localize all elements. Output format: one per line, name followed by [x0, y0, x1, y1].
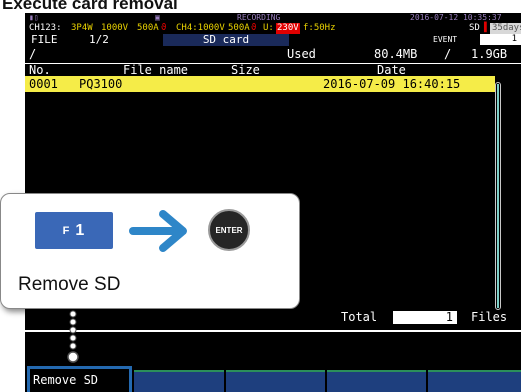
enter-key-icon: ENTER	[208, 209, 250, 251]
connector-dots	[67, 310, 79, 363]
f3-key[interactable]	[226, 370, 325, 392]
f5-label	[428, 376, 436, 390]
f2-key[interactable]	[134, 370, 224, 392]
file-date: 2016-07-09 16:40:15	[323, 77, 461, 91]
total-unit: Files	[471, 310, 508, 324]
status-bar: ▮▯ ▣ RECORDING 2016-07-12 10:35:37	[25, 13, 521, 23]
column-headers: No. File name Size Date	[25, 63, 521, 76]
f1-prefix: F	[62, 224, 71, 237]
col-size: Size	[231, 63, 260, 77]
used-label: Used	[287, 47, 316, 61]
col-date: Date	[377, 63, 406, 77]
recording-status: RECORDING	[237, 13, 281, 22]
callout-caption: Remove SD	[18, 274, 121, 295]
file-list-scrollbar[interactable]	[495, 82, 501, 310]
tab-sd-card[interactable]: SD card	[163, 34, 289, 46]
total-label: Total	[341, 310, 378, 324]
col-file-name: File name	[123, 63, 189, 77]
f1-number: 1	[75, 221, 86, 239]
file-number: 0001	[29, 77, 58, 91]
f2-label	[134, 376, 142, 390]
file-list: 0001 PQ3100 2016-07-09 16:40:15	[25, 76, 495, 92]
event-count: 1	[480, 34, 521, 45]
f1-key-remove-sd[interactable]: Remove SD	[27, 366, 132, 392]
page-indicator: 1/2	[89, 33, 109, 46]
f1-key-icon: F1	[35, 212, 113, 249]
f5-key[interactable]	[428, 370, 521, 392]
current-path: /	[29, 47, 37, 61]
battery-icon: ▮▯	[29, 13, 39, 22]
f1-label: Remove SD	[33, 373, 99, 387]
arrow-right-icon	[129, 210, 187, 252]
f3-label	[226, 376, 234, 390]
total-count: 1	[393, 311, 457, 324]
event-label: EVENT	[433, 35, 458, 44]
message-area	[25, 330, 521, 352]
menu-title: FILE	[31, 33, 58, 46]
usage-separator: /	[444, 47, 452, 61]
f4-label	[327, 376, 335, 390]
col-no: No.	[29, 63, 51, 77]
scroll-thumb[interactable]	[497, 84, 499, 308]
capacity-value: 1.9GB	[471, 47, 508, 61]
file-row-selected[interactable]: 0001 PQ3100 2016-07-09 16:40:15	[25, 76, 495, 92]
used-value: 80.4MB	[374, 47, 418, 61]
lock-icon: ▣	[155, 13, 160, 22]
usage-bar: / Used 80.4MB / 1.9GB	[25, 46, 521, 63]
totals-bar: Total 1 Files	[25, 310, 521, 324]
datetime: 2016-07-12 10:35:37	[410, 13, 502, 22]
f4-key[interactable]	[327, 370, 426, 392]
title-bar: FILE 1/2 SD card EVENT 1	[25, 33, 521, 46]
instruction-callout: F1 ENTER Remove SD	[0, 193, 300, 309]
file-name: PQ3100	[79, 77, 123, 91]
